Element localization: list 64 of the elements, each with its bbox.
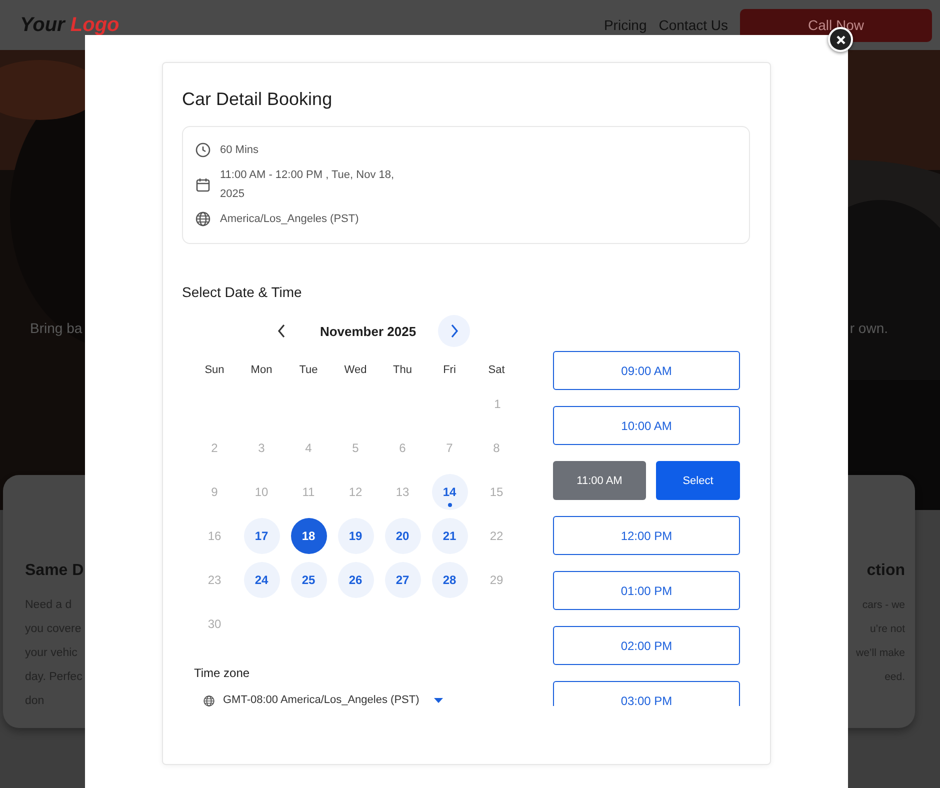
hero-text: r own.	[850, 319, 888, 338]
section-title: Select Date & Time	[182, 284, 303, 300]
day-label: 11	[301, 484, 316, 502]
globe-icon	[203, 694, 215, 707]
day-button[interactable]: 18	[290, 518, 326, 554]
time-slot-button[interactable]: 12:00 PM	[553, 516, 740, 556]
day-label: 29	[488, 572, 504, 590]
time-slot-button[interactable]: 10:00 AM	[553, 406, 740, 446]
weekday-label: Tue	[298, 363, 319, 378]
weekday-label: Fri	[442, 363, 457, 378]
day-button[interactable]: 17	[244, 518, 280, 554]
day-label: 3	[257, 440, 266, 458]
day-label: 8	[492, 440, 501, 458]
day-label: 2	[210, 440, 219, 458]
day-button[interactable]: 25	[290, 562, 326, 598]
day-label: 6	[398, 440, 407, 458]
time-slot-button[interactable]: 01:00 PM	[553, 571, 740, 610]
time-slot-button[interactable]: 02:00 PM	[553, 626, 740, 666]
calendar-icon	[195, 176, 211, 193]
day-label: 30	[206, 616, 222, 634]
day-label: 1	[493, 396, 502, 414]
timezone-select[interactable]: GMT-08:00 America/Los_Angeles (PST)	[203, 692, 443, 709]
timezone-label: Time zone	[194, 665, 251, 682]
day-label: 22	[488, 528, 504, 546]
day-button[interactable]: 28	[432, 562, 468, 598]
caret-icon	[434, 698, 443, 704]
day-label: 10	[254, 484, 270, 502]
next-month-button[interactable]	[438, 315, 470, 348]
day-label: 16	[206, 528, 222, 546]
weekday-label: Wed	[343, 363, 368, 378]
day-button[interactable]: 21	[432, 518, 468, 554]
clock-icon	[195, 142, 211, 158]
close-icon	[836, 34, 846, 44]
summary-text: 60 Mins	[220, 142, 259, 158]
day-button[interactable]: 24	[244, 562, 280, 598]
weekday-label: Sat	[487, 363, 506, 378]
hero-text: Bring ba	[30, 319, 82, 338]
time-slot-button[interactable]: 11:00 AM	[553, 461, 646, 500]
weekday-label: Mon	[250, 363, 274, 378]
summary-text: 11:00 AM - 12:00 PM , Tue, Nov 18, 2025	[220, 168, 396, 202]
summary-text: America/Los_Angeles (PST)	[220, 212, 359, 227]
time-slot-button[interactable]: 09:00 AM	[553, 351, 740, 390]
globe-icon	[195, 211, 211, 228]
day-label: 7	[445, 440, 454, 458]
day-label: 5	[351, 440, 360, 458]
day-button[interactable]: 19	[338, 518, 374, 554]
day-label: 15	[488, 484, 504, 502]
day-label: 12	[348, 484, 364, 502]
month-label: November 2025	[318, 322, 418, 341]
chevron-left-icon	[277, 324, 287, 338]
select-button[interactable]: Select	[656, 461, 740, 500]
chevron-right-icon	[449, 324, 459, 338]
day-button[interactable]: 20	[384, 518, 420, 554]
day-label: 13	[394, 484, 410, 502]
day-button[interactable]: 27	[384, 562, 420, 598]
weekday-label: Sun	[204, 363, 226, 378]
weekday-label: Thu	[392, 363, 413, 378]
day-label: 23	[206, 572, 222, 590]
time-slot-button[interactable]: 03:00 PM	[553, 681, 740, 706]
day-button[interactable]: 26	[338, 562, 374, 598]
day-label: 4	[304, 440, 313, 458]
day-label: 9	[210, 484, 219, 502]
day-button[interactable]: 14	[432, 474, 468, 510]
booking-title: Car Detail Booking	[182, 89, 334, 111]
